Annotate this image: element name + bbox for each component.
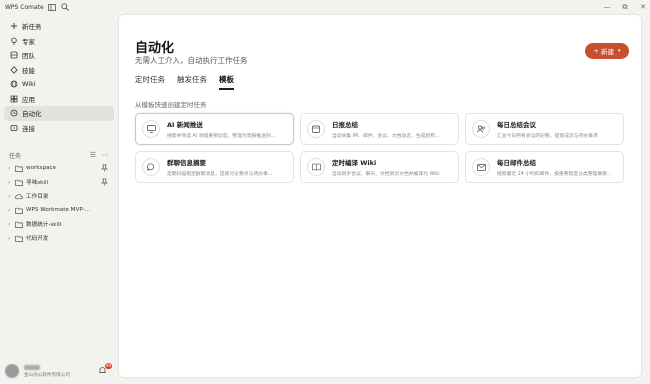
- sidebar-item-label: 新任务: [22, 23, 42, 32]
- page-title: 自动化: [135, 41, 175, 56]
- maximize-button[interactable]: ⧉: [616, 0, 634, 14]
- sidebar-item-label: 团队: [22, 52, 35, 61]
- template-title: 群聊信息摘要: [167, 159, 206, 167]
- title-bar: WPS Comate: [0, 0, 650, 14]
- task-label: workspace: [26, 165, 56, 171]
- mail-icon: [472, 158, 490, 176]
- folder-icon: [14, 220, 23, 229]
- template-title: 每日总结会议: [497, 121, 536, 129]
- template-desc: 汇总今日所有会议的纪要，提炼成近与待办事项: [497, 134, 598, 139]
- template-desc: 定期扫描指定群聊消息，提炼讨论要点与待办事…: [167, 172, 273, 177]
- template-card-daily-mail[interactable]: 每日邮件总结搜索最近 24 小时的邮件，按重要程度分类整理摘要…: [465, 151, 624, 183]
- template-title: AI 新闻推送: [167, 121, 203, 129]
- search-icon[interactable]: [61, 3, 70, 12]
- user-org: 金山办公软件有限公司: [24, 372, 70, 378]
- template-title: 日报总结: [332, 121, 358, 129]
- template-title: 每日邮件总结: [497, 159, 536, 167]
- sidebar-item-automation[interactable]: 自动化: [4, 106, 114, 121]
- template-card-ai-news[interactable]: AI 新闻推送搜索并筛选 AI 领域重要动态，整理为简报推送到…: [135, 113, 294, 145]
- task-label: WPS Workmate MVP-…: [26, 207, 91, 213]
- tab-bar: 定时任务 触发任务 模板: [135, 74, 234, 90]
- minimize-button[interactable]: —: [598, 0, 616, 14]
- template-desc: 自动同步会议、聊天、文档到云文档并编译为 Wiki: [332, 172, 440, 177]
- apps-icon: [9, 94, 19, 104]
- task-label: 工作目录: [26, 194, 49, 200]
- template-card-compile-wiki[interactable]: 定时编译 Wiki 自动同步会议、聊天、文档到云文档并编译为 Wiki: [300, 151, 459, 183]
- more-icon[interactable]: ⋯: [102, 151, 109, 159]
- user-name-blurred: [24, 364, 40, 370]
- sidebar-item-label: 专家: [22, 37, 35, 46]
- page-subtitle: 无需人工介入，自动执行工作任务: [135, 56, 248, 65]
- folder-icon: [14, 206, 23, 215]
- sidebar-item-connect[interactable]: 连接: [4, 121, 114, 136]
- folder-icon: [14, 164, 23, 173]
- template-desc: 搜索最近 24 小时的邮件，按重要程度分类整理摘要…: [497, 172, 612, 177]
- chat-icon: [142, 158, 160, 176]
- pin-icon[interactable]: [100, 178, 108, 186]
- task-item[interactable]: › WPS Workmate MVP-…: [0, 203, 118, 217]
- template-desc: 搜索并筛选 AI 领域重要动态，整理为简报推送到…: [167, 134, 276, 139]
- tab-triggered[interactable]: 触发任务: [177, 74, 207, 90]
- template-card-daily-report[interactable]: 日报总结自动采集 IM、邮件、会议、文档动态，生成结构…: [300, 113, 459, 145]
- task-item[interactable]: › 工作目录: [0, 189, 118, 203]
- plus-icon: [9, 21, 19, 31]
- team-icon: [9, 50, 19, 60]
- template-desc: 自动采集 IM、邮件、会议、文档动态，生成结构…: [332, 134, 440, 139]
- sidebar-item-skills[interactable]: 技能: [4, 63, 114, 78]
- clock-icon: [9, 108, 19, 118]
- tab-templates[interactable]: 模板: [219, 74, 234, 90]
- task-item[interactable]: › 寻味skill: [0, 175, 118, 189]
- bell-icon[interactable]: 99: [98, 363, 112, 376]
- sidebar-item-new-task[interactable]: 新任务: [4, 19, 114, 34]
- close-button[interactable]: ✕: [634, 0, 650, 14]
- templates-hint: 从模板快速创建定时任务: [135, 101, 207, 109]
- task-label: 代码开发: [26, 236, 49, 242]
- book-icon: [307, 158, 325, 176]
- plus-icon: +: [593, 47, 599, 55]
- app-name: WPS Comate: [5, 3, 44, 11]
- skill-icon: [9, 65, 19, 75]
- task-item[interactable]: › 数据统计-skill: [0, 217, 118, 231]
- new-button-label: 新建: [600, 48, 614, 56]
- tasks-section-header: 任务 ☰ ⋯: [9, 149, 109, 161]
- sidebar-item-experts[interactable]: 专家: [4, 34, 114, 49]
- sidebar-item-label: 技能: [22, 66, 35, 75]
- template-card-daily-meeting[interactable]: 每日总结会议汇总今日所有会议的纪要，提炼成近与待办事项: [465, 113, 624, 145]
- globe-icon: [9, 79, 19, 89]
- sidebar-item-label: 连接: [22, 124, 35, 133]
- user-bar[interactable]: 金山办公软件有限公司 99: [0, 360, 118, 382]
- sidebar-item-label: Wiki: [22, 80, 36, 89]
- template-title: 定时编译 Wiki: [332, 159, 377, 167]
- sidebar: 新任务 专家 团队 技能 Wiki 应用 自动化 连接 任务 ☰ ⋯ › wor…: [0, 14, 118, 384]
- tasks-section-title: 任务: [9, 152, 22, 160]
- main-panel: 自动化 无需人工介入，自动执行工作任务 + 新建 ▾ 定时任务 触发任务 模板 …: [118, 14, 642, 378]
- task-label: 寻味skill: [26, 180, 49, 186]
- people-icon: [472, 120, 490, 138]
- task-item[interactable]: › 代码开发: [0, 231, 118, 245]
- sidebar-item-label: 自动化: [22, 110, 42, 119]
- avatar[interactable]: [5, 364, 19, 378]
- monitor-icon: [142, 120, 160, 138]
- template-card-group-chat[interactable]: 群聊信息摘要定期扫描指定群聊消息，提炼讨论要点与待办事…: [135, 151, 294, 183]
- chevron-down-icon: ▾: [617, 48, 621, 54]
- pin-icon[interactable]: [100, 164, 108, 172]
- task-label: 数据统计-skill: [26, 222, 62, 228]
- task-item[interactable]: › workspace: [0, 161, 118, 175]
- sidebar-item-wiki[interactable]: Wiki: [4, 77, 114, 92]
- calendar-icon: [307, 120, 325, 138]
- folder-icon: [14, 178, 23, 187]
- sidebar-item-label: 应用: [22, 95, 35, 104]
- sidebar-item-team[interactable]: 团队: [4, 48, 114, 63]
- folder-icon: [14, 234, 23, 243]
- sidebar-item-apps[interactable]: 应用: [4, 92, 114, 107]
- cloud-folder-icon: [14, 192, 23, 201]
- sidebar-toggle-icon[interactable]: [48, 3, 57, 12]
- notification-badge: 99: [104, 363, 112, 369]
- new-button[interactable]: + 新建 ▾: [585, 43, 629, 59]
- tab-scheduled[interactable]: 定时任务: [135, 74, 165, 90]
- window-controls: — ⧉ ✕: [598, 0, 650, 14]
- bulb-icon: [9, 36, 19, 46]
- filter-icon[interactable]: ☰: [90, 151, 96, 159]
- link-icon: [9, 123, 19, 133]
